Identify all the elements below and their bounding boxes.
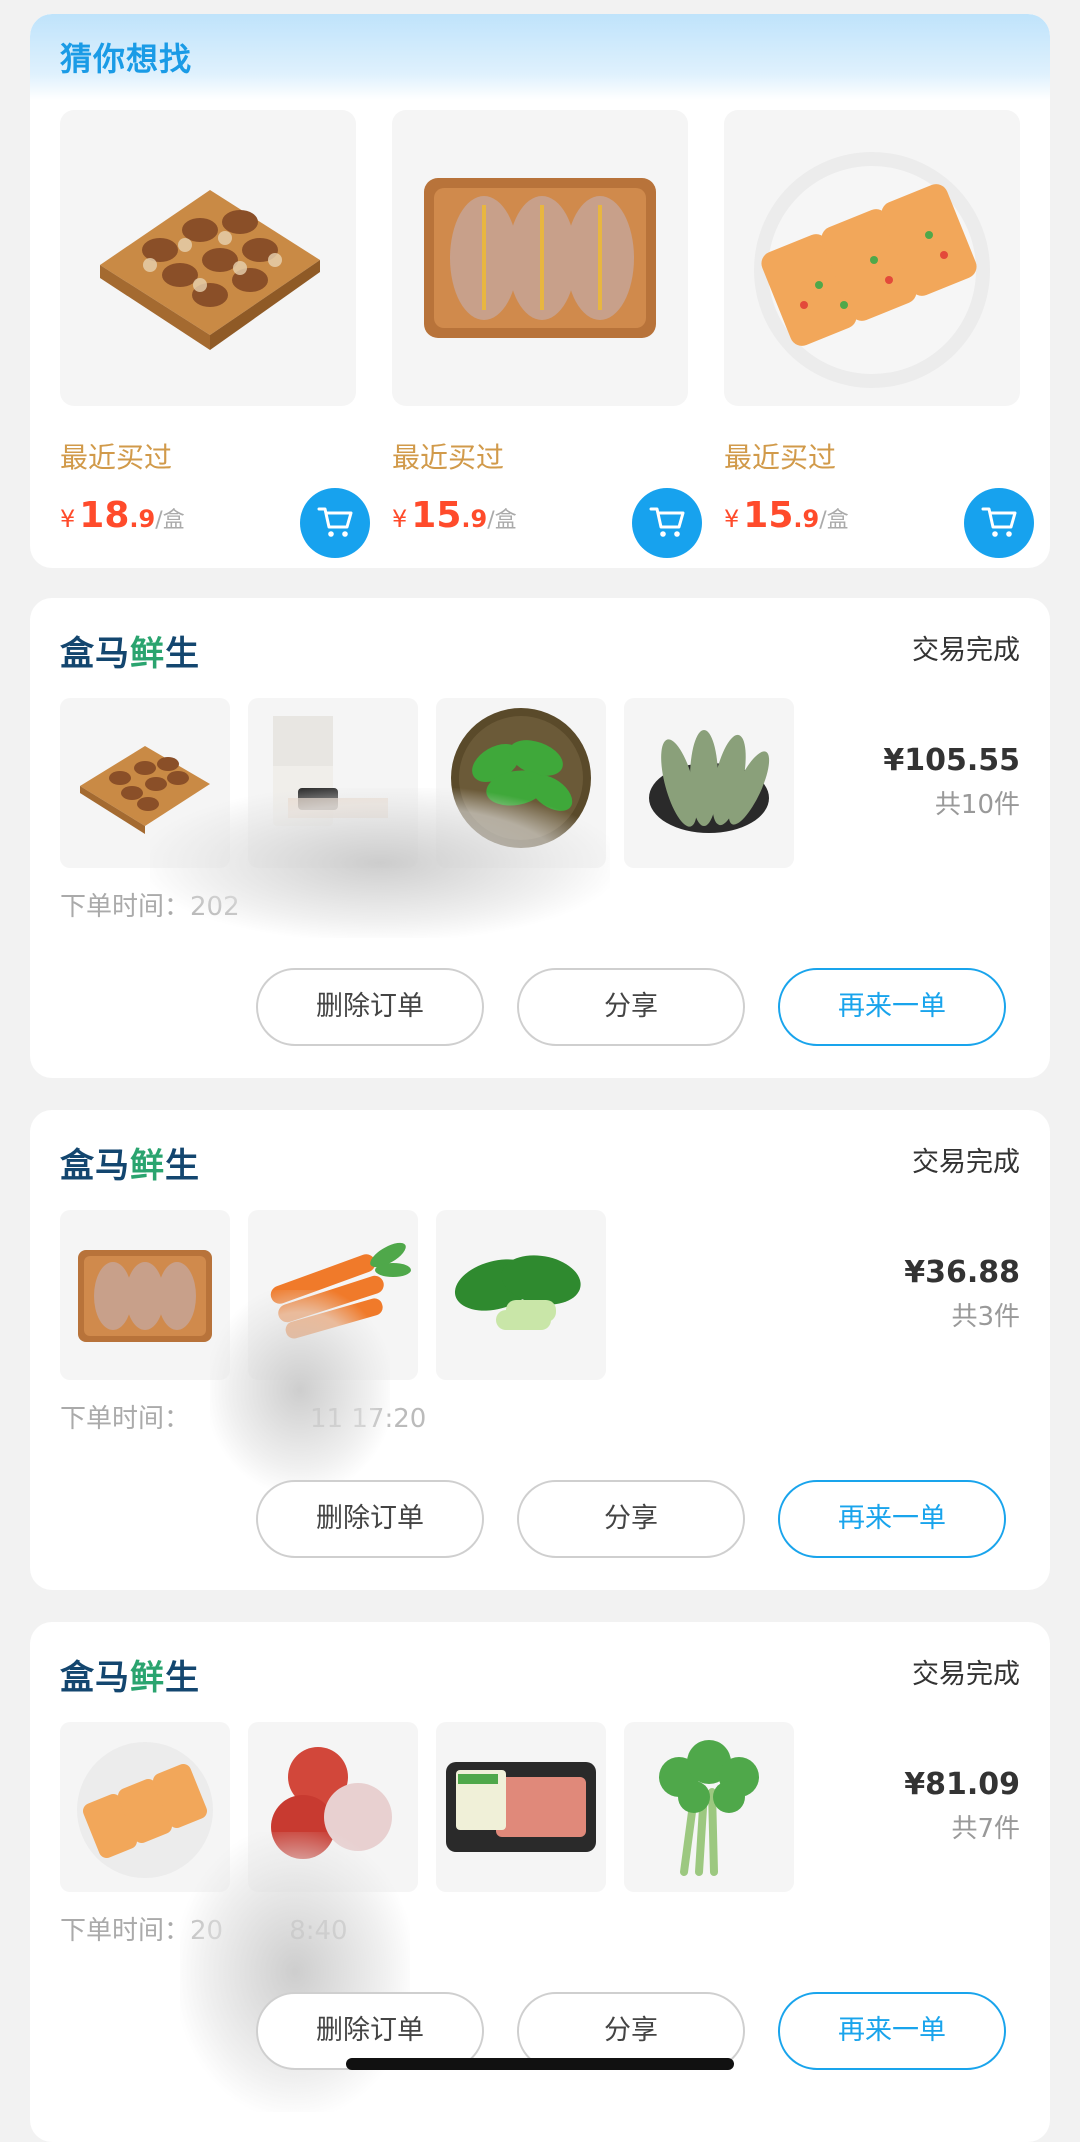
store-logo: 盒马鲜生 xyxy=(60,1146,200,1186)
product-thumbnail xyxy=(248,1210,418,1380)
recommend-title: 猜你想找 xyxy=(60,40,193,78)
order-card[interactable]: 盒马鲜生 交易完成 ¥36.88 共3件 下单时间： 11 17:20 删除订单 … xyxy=(30,1110,1050,1590)
recommend-item[interactable]: 最近买过 ¥15.9/盒 xyxy=(392,110,702,558)
share-button[interactable]: 分享 xyxy=(517,968,745,1046)
product-thumbnail xyxy=(60,1722,230,1892)
product-thumbnail xyxy=(436,698,606,868)
delete-order-button[interactable]: 删除订单 xyxy=(256,1480,484,1558)
product-image[interactable] xyxy=(60,110,356,406)
product-thumbnail xyxy=(624,1722,794,1892)
order-total: ¥105.55 共10件 xyxy=(883,743,1020,821)
order-time: 下单时间：20 8:40 xyxy=(60,1916,348,1946)
product-thumbnail xyxy=(248,1722,418,1892)
cart-icon xyxy=(315,501,355,545)
add-to-cart-button[interactable] xyxy=(964,488,1034,558)
item-count: 共10件 xyxy=(934,790,1020,820)
recently-bought-label: 最近买过 xyxy=(724,441,837,474)
order-total: ¥81.09 共7件 xyxy=(904,1767,1020,1845)
recently-bought-label: 最近买过 xyxy=(60,441,173,474)
product-image[interactable] xyxy=(724,110,1020,406)
delete-order-button[interactable]: 删除订单 xyxy=(256,968,484,1046)
store-logo: 盒马鲜生 xyxy=(60,634,200,674)
product-thumbnail xyxy=(436,1722,606,1892)
order-total: ¥36.88 共3件 xyxy=(904,1255,1020,1333)
recommend-item[interactable]: 最近买过 ¥18.9/盒 xyxy=(60,110,370,558)
price: ¥15.9/盒 xyxy=(392,495,517,536)
reorder-button[interactable]: 再来一单 xyxy=(778,968,1006,1046)
recommend-header: 猜你想找 xyxy=(30,14,1050,100)
cart-icon xyxy=(979,501,1019,545)
item-count: 共3件 xyxy=(951,1302,1020,1332)
product-thumbnail xyxy=(60,1210,230,1380)
order-card[interactable]: 盒马鲜生 交易完成 ¥105.55 共10件 下单时间：202 删除订单 分享 … xyxy=(30,598,1050,1078)
order-amount: ¥36.88 xyxy=(904,1255,1020,1290)
price: ¥15.9/盒 xyxy=(724,495,849,536)
item-count: 共7件 xyxy=(951,1814,1020,1844)
reorder-button[interactable]: 再来一单 xyxy=(778,1480,1006,1558)
order-amount: ¥81.09 xyxy=(904,1767,1020,1802)
product-thumbnail xyxy=(624,698,794,868)
cart-icon xyxy=(647,501,687,545)
recently-bought-label: 最近买过 xyxy=(392,441,505,474)
add-to-cart-button[interactable] xyxy=(632,488,702,558)
recommend-card: 猜你想找 最近买过 ¥18.9/盒 最近买过 ¥ 15.9/盒 最近买过 ¥ 1… xyxy=(30,14,1050,568)
price: ¥18.9/盒 xyxy=(60,495,185,536)
product-thumbnail xyxy=(60,698,230,868)
store-logo: 盒马鲜生 xyxy=(60,1658,200,1698)
order-amount: ¥105.55 xyxy=(883,743,1020,778)
product-thumbnail xyxy=(436,1210,606,1380)
order-status: 交易完成 xyxy=(912,1147,1020,1178)
order-status: 交易完成 xyxy=(912,1659,1020,1690)
order-time: 下单时间：202 xyxy=(60,892,240,922)
home-indicator[interactable] xyxy=(346,2058,734,2070)
add-to-cart-button[interactable] xyxy=(300,488,370,558)
order-status: 交易完成 xyxy=(912,635,1020,666)
product-thumbnail xyxy=(248,698,418,868)
recommend-item[interactable]: 最近买过 ¥15.9/盒 xyxy=(724,110,1034,558)
reorder-button[interactable]: 再来一单 xyxy=(778,1992,1006,2070)
share-button[interactable]: 分享 xyxy=(517,1480,745,1558)
order-time: 下单时间： 11 17:20 xyxy=(60,1404,427,1434)
product-image[interactable] xyxy=(392,110,688,406)
